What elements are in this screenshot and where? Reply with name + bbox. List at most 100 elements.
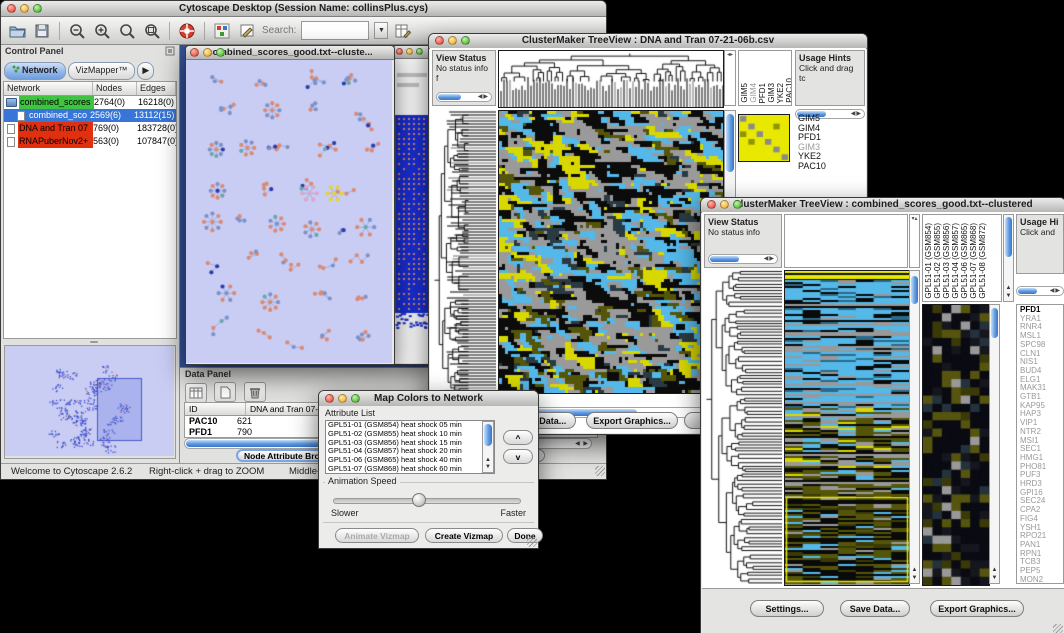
minimize-button[interactable] [203,48,212,57]
tab-overflow-arrow[interactable]: ▶ [137,62,154,80]
zoom-selected-icon[interactable] [142,21,162,41]
network-name[interactable]: combined_scores [19,96,94,109]
minimize-button[interactable] [720,200,729,209]
tv2-vscrollbar[interactable]: ▲▼ [909,270,920,584]
close-button[interactable] [7,4,16,13]
search-input[interactable] [301,21,369,40]
network-name[interactable]: combined_sco [28,109,90,122]
tv1-column-labels[interactable]: GIM5GIM4PFD1GIM3YKE2PAC10 [738,50,792,106]
animation-speed-slider-thumb[interactable] [412,493,426,507]
minimize-button[interactable] [20,4,29,13]
attribute-list[interactable]: GPL51-01 (GSM854) heat shock 05 minGPL51… [325,420,495,474]
column-label[interactable]: GPL51-08 (GSM872) [979,223,987,299]
close-button[interactable] [435,36,444,45]
help-lifering-icon[interactable] [177,21,197,41]
tv1-mini-heatmap[interactable] [738,114,790,162]
tv2-gene-labels[interactable]: PFD1YRA1RNR4MSL1SPC98CLN1NIS1BUD4ELG1MAK… [1016,304,1064,584]
tab-network[interactable]: Network [4,62,66,80]
col-network[interactable]: Network [4,82,93,95]
dialog-title-bar[interactable]: Map Colors to Network [319,391,538,407]
tv2-column-dendrogram[interactable] [785,215,907,267]
float-panel-icon[interactable] [165,46,175,58]
zoom-button[interactable] [216,48,225,57]
minimize-button[interactable] [406,48,413,55]
tv2-status-scrollbar[interactable]: ◀▶ [708,254,778,264]
attribute-browser-icon[interactable] [393,21,413,41]
new-attribute-icon[interactable] [214,382,236,402]
tv2-column-tree-area[interactable] [784,214,908,268]
move-down-button[interactable]: v [503,449,533,464]
network-view-canvas[interactable] [186,60,392,363]
zoom-out-icon[interactable] [67,21,87,41]
zoom-fit-icon[interactable] [117,21,137,41]
attribute-list-item[interactable]: GPL51-07 (GSM868) heat shock 60 min [328,465,494,474]
column-label[interactable]: GPL51-06 (GSM865) [961,223,969,299]
column-label[interactable]: PFD1 [759,83,767,103]
attribute-list-scrollbar[interactable]: ▲▼ [482,421,494,473]
tv1-main-heatmap[interactable] [498,110,724,394]
network-name[interactable]: RNAPuberNov2+ [18,135,93,148]
tv1-row-labels[interactable]: GIM5GIM4PFD1GIM3YKE2PAC10 [798,114,826,171]
treeview2-title-bar[interactable]: ClusterMaker TreeView : combined_scores_… [701,198,1064,213]
minimize-button[interactable] [448,36,457,45]
tab-vizmapper[interactable]: VizMapper™ [68,62,136,80]
export-graphics-button[interactable]: Export Graphics... [586,412,678,429]
search-dropdown-button[interactable]: ▼ [374,22,388,39]
animate-vizmap-button[interactable]: Animate Vizmap [335,528,419,543]
column-label[interactable]: GPL51-04 (GSM857) [952,223,960,299]
row-label[interactable]: PAC10 [798,162,826,172]
animation-speed-slider-track[interactable] [333,498,521,504]
open-folder-icon[interactable] [7,21,27,41]
zoom-in-icon[interactable] [92,21,112,41]
resize-grip[interactable] [527,537,537,547]
annotation-icon[interactable] [237,21,257,41]
delete-attribute-icon[interactable] [244,382,266,402]
column-label[interactable]: PAC10 [786,78,792,103]
close-button[interactable] [325,394,334,403]
column-label[interactable]: GIM5 [741,83,749,103]
done-button[interactable]: Done [507,528,543,543]
move-up-button[interactable]: ^ [503,430,533,445]
select-attributes-icon[interactable] [185,383,207,403]
network-overview-panel[interactable] [4,345,176,459]
create-vizmap-button[interactable]: Create Vizmap [425,528,503,543]
save-data-button[interactable]: Save Data... [840,600,910,617]
col-edges[interactable]: Edges [137,82,176,95]
column-label[interactable]: GPL51-01 (GSM854) [925,223,933,299]
main-title-bar[interactable]: Cytoscape Desktop (Session Name: collins… [1,1,606,17]
network-list-row[interactable]: DNA and Tran 07769(0)183728(0) [4,122,176,135]
tv2-mini-heatmap[interactable] [922,304,990,586]
close-button[interactable] [190,48,199,57]
close-button[interactable] [396,48,403,55]
tv2-mini-scrollbar[interactable]: ▲▼ [989,304,1000,584]
network-list-row[interactable]: combined_sco2569(6)13112(15) [4,109,176,122]
network-title-bar[interactable]: combined_scores_good.txt--cluste... [186,46,394,60]
treeview1-title-bar[interactable]: ClusterMaker TreeView : DNA and Tran 07-… [429,34,867,49]
network-overview-canvas[interactable] [5,346,174,456]
tv2-corner-strip[interactable]: ▾▴ [909,214,920,268]
export-graphics-button[interactable]: Export Graphics... [930,600,1024,617]
tv2-main-heatmap[interactable] [784,270,910,586]
vizmapper-icon[interactable] [212,21,232,41]
network-list-row[interactable]: RNAPuberNov2+563(0)107847(0) [4,135,176,148]
column-label[interactable]: YKE2 [777,83,785,103]
tv2-usage-scrollbar[interactable]: ◀▶ [1016,286,1064,296]
network-list-row[interactable]: combined_scores2764(0)16218(0) [4,96,176,109]
save-icon[interactable] [32,21,52,41]
resize-grip[interactable] [595,466,605,476]
col-id[interactable]: ID [185,403,246,415]
resize-grip[interactable] [1053,624,1063,633]
network-name[interactable]: DNA and Tran 07 [18,122,93,135]
zoom-button[interactable] [461,36,470,45]
col-nodes[interactable]: Nodes [93,82,137,95]
tv1-column-dendrogram[interactable] [498,50,724,108]
tv1-status-scrollbar[interactable]: ◀▶ [436,92,492,102]
tv2-row-dendrogram[interactable] [704,270,782,584]
tv1-row-dendrogram[interactable] [432,110,496,392]
tv1-corner-strip[interactable]: ◂▸ [724,50,736,106]
zoom-button[interactable] [416,48,423,55]
column-label[interactable]: GPL51-03 (GSM856) [943,223,951,299]
gene-label[interactable]: MON2 [1020,576,1063,584]
column-label[interactable]: GPL51-02 (GSM855) [934,223,942,299]
column-label[interactable]: GIM3 [768,83,776,103]
